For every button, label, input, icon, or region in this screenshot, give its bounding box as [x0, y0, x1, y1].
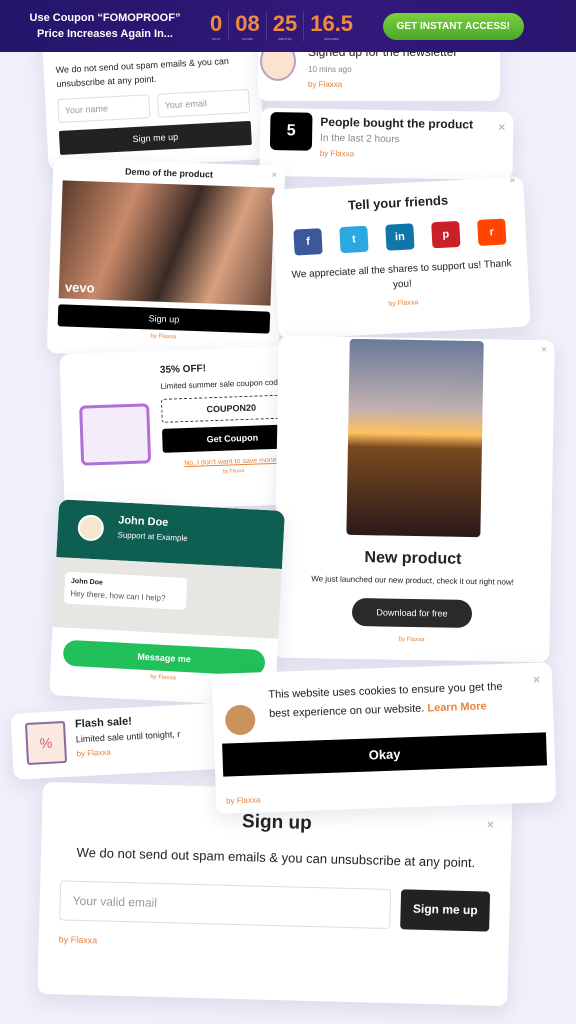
demo-card: Demo of the product × vevo Sign up by Fl… [46, 158, 286, 361]
name-input[interactable]: Your name [57, 94, 151, 123]
twitter-icon[interactable]: t [339, 225, 369, 254]
signup-card: × Sign up We do not send out spam emails… [37, 781, 513, 1007]
by-flaxxa: by Flaxxa [308, 80, 343, 89]
sign-me-up-button[interactable]: Sign me up [58, 120, 252, 155]
by-flaxxa: by Flaxxa [225, 795, 261, 806]
okay-button[interactable]: Okay [222, 732, 548, 777]
demo-signup-button[interactable]: Sign up [57, 304, 271, 334]
purchase-notification: 5 People bought the product In the last … [259, 107, 514, 181]
promo-banner: Use Coupon “FOMOPROOF” Price Increases Ag… [0, 0, 576, 52]
by-flaxxa: by Flaxxa [398, 636, 425, 644]
close-icon[interactable]: × [487, 818, 494, 832]
newsletter-text: We do not send out spam emails & you can… [55, 55, 230, 90]
video-thumbnail[interactable]: vevo [58, 180, 275, 306]
close-icon[interactable]: × [541, 344, 546, 354]
by-flaxxa: by Flaxxa [319, 148, 355, 159]
pinterest-icon[interactable]: p [431, 220, 461, 249]
purchase-title: People bought the product [320, 114, 474, 132]
coupon-text: Use Coupon “FOMOPROOF” [29, 12, 181, 24]
email-input[interactable]: Your valid email [59, 880, 392, 930]
countdown-minutes: 25 MINUTES [273, 11, 305, 41]
by-flaxxa: by Flaxxa [76, 747, 112, 759]
share-text: We appreciate all the shares to support … [291, 258, 512, 291]
price-text: Price Increases Again In... [37, 28, 173, 40]
signup-text: We do not send out spam emails & you can… [76, 844, 476, 871]
get-access-button[interactable]: GET INSTANT ACCESS! [382, 12, 524, 40]
vevo-logo: vevo [64, 279, 95, 296]
download-button[interactable]: Download for free [352, 597, 472, 629]
product-card: × New product We just launched our new p… [273, 335, 555, 663]
countdown: 0 DAYS 08 HOURS 25 MINUTES 16.5 SECONDS [210, 11, 359, 41]
share-title: Tell your friends [347, 192, 449, 213]
cookie-banner: × This website uses cookies to ensure yo… [211, 662, 557, 814]
close-icon[interactable]: × [510, 175, 516, 185]
message-sender: John Doe [70, 577, 104, 587]
banner-text: Use Coupon “FOMOPROOF” Price Increases Ag… [20, 10, 190, 42]
cookie-icon [224, 704, 256, 736]
facebook-icon[interactable]: f [293, 228, 323, 256]
message-text: Hey there, how can I help? [70, 588, 166, 603]
product-title: New product [364, 549, 462, 568]
countdown-hours: 08 HOURS [235, 11, 267, 41]
agent-avatar [77, 514, 105, 542]
sign-me-up-button[interactable]: Sign me up [400, 889, 491, 932]
scissors-coupon-icon [79, 403, 152, 466]
product-image [346, 338, 484, 538]
flash-sale-card: % Flash sale! Limited sale until tonight… [10, 702, 234, 780]
share-buttons: f t in p r [283, 218, 516, 256]
close-icon[interactable]: × [533, 673, 541, 687]
countdown-seconds: 16.5 SECONDS [310, 11, 354, 41]
chat-body: John Doe Hey there, how can I help? [52, 557, 282, 639]
close-icon[interactable]: × [498, 120, 505, 134]
shopping-bag-icon: % [24, 720, 68, 765]
purchase-sub: In the last 2 hours [319, 132, 400, 146]
email-input[interactable]: Your email [157, 88, 251, 118]
close-icon[interactable]: × [272, 170, 278, 180]
by-flaxxa: by Flaxxa [388, 299, 419, 308]
learn-more-link[interactable]: Learn More [427, 700, 487, 714]
by-flaxxa: by Flaxxa [58, 934, 98, 946]
product-text: We just launched our new product, check … [311, 574, 514, 587]
countdown-days: 0 DAYS [210, 11, 230, 41]
reddit-icon[interactable]: r [477, 218, 507, 246]
demo-title: Demo of the product [124, 166, 214, 180]
purchase-count: 5 [269, 111, 313, 151]
chat-message: John Doe Hey there, how can I help? [63, 571, 188, 610]
notification-time: 10 mins ago [308, 65, 352, 74]
share-card: × Tell your friends f t in p r We apprec… [271, 175, 531, 340]
linkedin-icon[interactable]: in [385, 223, 415, 251]
